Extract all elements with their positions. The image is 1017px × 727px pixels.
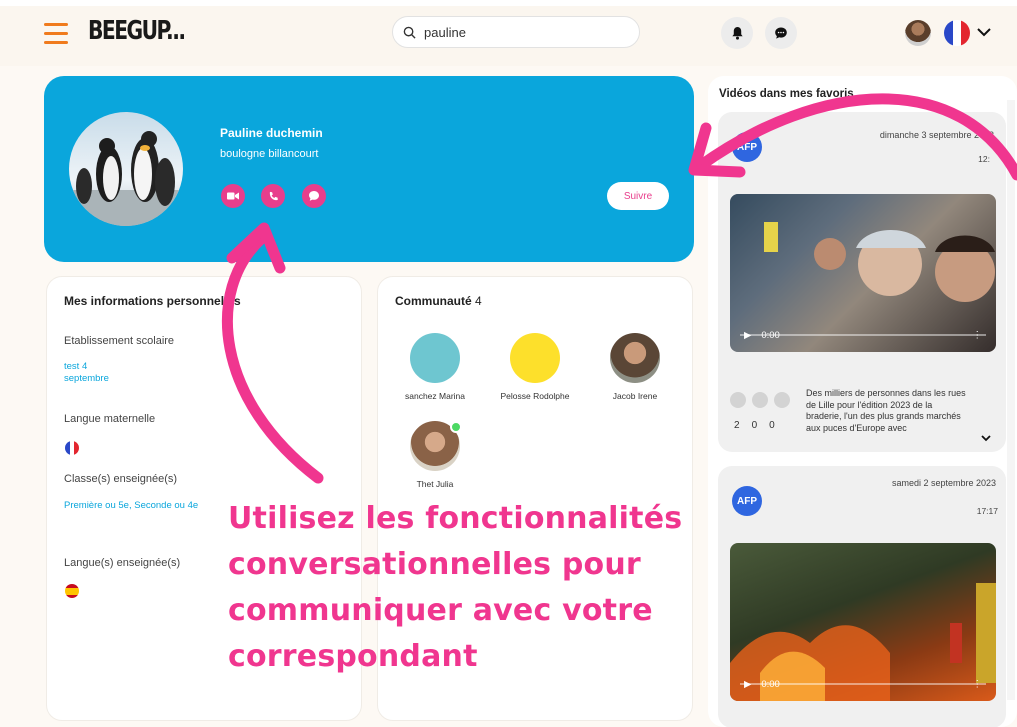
- play-icon[interactable]: ▶: [744, 330, 751, 341]
- favorites-sidebar: Vidéos dans mes favoris AFP dimanche 3 s…: [708, 76, 1017, 727]
- member-avatar: [410, 421, 462, 471]
- member-name: sanchez Marina: [404, 391, 465, 401]
- bell-icon: [731, 26, 743, 40]
- video-player[interactable]: ▶ 0:00 ⋮: [730, 543, 996, 701]
- follow-button[interactable]: Suivre: [607, 182, 669, 210]
- video-counts: 2 0 0: [734, 420, 775, 431]
- video-icon: [227, 192, 239, 200]
- annotation-line: conversationnelles pour: [228, 547, 641, 582]
- online-status-dot: [450, 421, 462, 433]
- annotation-text: Utilisez les fonctionnalités conversatio…: [228, 496, 682, 680]
- chat-button[interactable]: [302, 184, 326, 208]
- member-name: Thet Julia: [416, 479, 454, 489]
- chevron-down-icon[interactable]: [976, 24, 992, 40]
- video-controls: ▶ 0:00 ⋮: [730, 667, 996, 701]
- member-avatar: [610, 333, 660, 383]
- video-duration: 0:00: [761, 329, 780, 341]
- search-icon: [403, 26, 416, 39]
- annotation-line: correspondant: [228, 639, 478, 674]
- sidebar-scrollbar[interactable]: [1007, 100, 1015, 700]
- profile-card: Pauline duchemin boulogne billancourt Su…: [44, 76, 694, 262]
- share-icon[interactable]: [752, 392, 768, 408]
- video-duration: 0:00: [761, 678, 780, 690]
- more-options-icon[interactable]: ⋮: [973, 330, 983, 341]
- top-border: [0, 0, 1017, 6]
- reports-count: 0: [769, 420, 775, 431]
- video-card: AFP samedi 2 septembre 2023 17:17 ▶ 0:00…: [718, 466, 1006, 727]
- community-title: Communauté 4: [395, 294, 482, 308]
- school-label: Etablissement scolaire: [64, 335, 175, 347]
- mother-tongue-label: Langue maternelle: [64, 413, 156, 425]
- messages-button[interactable]: [765, 17, 797, 49]
- menu-icon[interactable]: [44, 23, 68, 44]
- search-bar[interactable]: [392, 16, 640, 48]
- video-actions: [730, 392, 790, 408]
- school-value-line1: test 4: [64, 361, 88, 372]
- member-name: Pelosse Rodolphe: [500, 391, 570, 401]
- chat-bubble-icon: [775, 27, 787, 39]
- community-count: 4: [475, 294, 482, 308]
- profile-city: boulogne billancourt: [220, 148, 319, 160]
- chat-icon: [309, 191, 319, 201]
- video-time: 17:17: [976, 506, 998, 516]
- video-time: 12:: [978, 154, 990, 164]
- community-title-text: Communauté: [395, 294, 472, 308]
- video-description: Des milliers de personnes dans les rues …: [806, 388, 966, 433]
- video-date: dimanche 3 septembre 2023: [879, 130, 994, 140]
- flag-fr-icon: [65, 441, 79, 455]
- like-icon[interactable]: [730, 392, 746, 408]
- member-card[interactable]: sanchez Marina: [385, 333, 485, 401]
- play-icon[interactable]: ▶: [744, 679, 751, 690]
- favorites-title: Vidéos dans mes favoris: [719, 88, 854, 100]
- member-avatar: [410, 333, 460, 383]
- video-player[interactable]: ▶ 0:00 ⋮: [730, 194, 996, 352]
- member-avatar: [510, 333, 560, 383]
- member-card[interactable]: Thet Julia: [385, 421, 485, 489]
- video-call-button[interactable]: [221, 184, 245, 208]
- flag-es-icon: [65, 584, 79, 598]
- user-avatar[interactable]: [905, 20, 931, 46]
- member-card[interactable]: Jacob Irene: [585, 333, 685, 401]
- video-card: AFP dimanche 3 septembre 2023 12: ▶ 0:00…: [718, 112, 1006, 452]
- phone-call-button[interactable]: [261, 184, 285, 208]
- annotation-line: Utilisez les fonctionnalités: [228, 501, 683, 536]
- brand-logo[interactable]: BEEGUP...: [88, 16, 186, 46]
- likes-count: 2: [734, 420, 740, 431]
- notifications-button[interactable]: [721, 17, 753, 49]
- afp-logo: AFP: [732, 132, 762, 162]
- member-card[interactable]: Pelosse Rodolphe: [485, 333, 585, 401]
- more-options-icon[interactable]: ⋮: [973, 679, 983, 690]
- school-value-line2: septembre: [64, 373, 109, 384]
- annotation-line: communiquer avec votre: [228, 593, 653, 628]
- profile-name: Pauline duchemin: [220, 126, 323, 140]
- classes-label: Classe(s) enseignée(s): [64, 473, 178, 485]
- video-controls: ▶ 0:00 ⋮: [730, 318, 996, 352]
- phone-icon: [269, 191, 278, 200]
- language-flag-fr-icon[interactable]: [944, 20, 970, 46]
- search-input[interactable]: [424, 24, 624, 40]
- report-icon[interactable]: [774, 392, 790, 408]
- personal-info-title: Mes informations personnelles: [64, 294, 241, 308]
- expand-chevron-icon[interactable]: [980, 432, 992, 444]
- afp-logo: AFP: [732, 486, 762, 516]
- shares-count: 0: [751, 420, 758, 431]
- member-name: Jacob Irene: [612, 391, 658, 401]
- languages-taught-label: Langue(s) enseignée(s): [64, 557, 181, 569]
- profile-photo: [69, 112, 183, 226]
- classes-value: Première ou 5e, Seconde ou 4e: [64, 500, 199, 511]
- video-date: samedi 2 septembre 2023: [891, 478, 996, 488]
